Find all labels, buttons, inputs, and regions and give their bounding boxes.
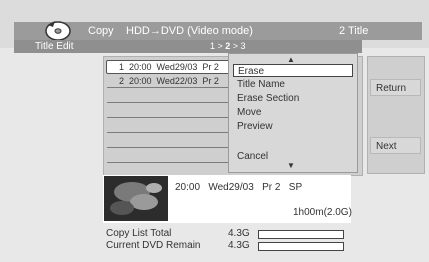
- page-indicator: 1 > 2 > 3: [210, 41, 246, 51]
- dvd-remain-value: 4.3G: [228, 240, 250, 251]
- disc-copy-icon: [45, 21, 71, 41]
- menu-item-preview[interactable]: Preview: [233, 120, 353, 133]
- copy-list-total-bar: [258, 230, 344, 239]
- side-panel: Return Next: [367, 56, 425, 174]
- menu-item-title-name[interactable]: Title Name: [233, 78, 353, 91]
- page-title: Title Edit: [35, 41, 74, 52]
- pager-prefix: 1 >: [210, 41, 226, 51]
- copy-mode: HDD→DVD (Video mode): [126, 25, 253, 37]
- menu-item-erase-section[interactable]: Erase Section: [233, 92, 353, 105]
- menu-item-erase[interactable]: Erase: [233, 64, 353, 77]
- edit-menu: ▲ Erase Title Name Erase Section Move Pr…: [228, 53, 358, 173]
- section-title: Copy: [88, 25, 114, 37]
- copy-list-total-value: 4.3G: [228, 228, 250, 239]
- title-row-label: 2 20:00 Wed22/03 Pr 2: [119, 76, 219, 86]
- preview-duration: 1h00m(2.0G): [293, 207, 352, 218]
- dvd-remain-bar: [258, 242, 344, 251]
- return-button[interactable]: Return: [370, 79, 421, 96]
- menu-item-move[interactable]: Move: [233, 106, 353, 119]
- copy-list-total-label: Copy List Total: [106, 228, 172, 239]
- dvd-remain-label: Current DVD Remain: [106, 240, 201, 251]
- pager-suffix: > 3: [230, 41, 246, 51]
- title-count: 2 Title: [339, 25, 369, 37]
- title-row-label: 1 20:00 Wed29/03 Pr 2: [119, 62, 219, 72]
- preview-info: 20:00 Wed29/03 Pr 2 SP: [175, 182, 303, 193]
- next-button[interactable]: Next: [370, 137, 421, 154]
- scroll-down-icon[interactable]: ▼: [287, 161, 295, 170]
- scroll-up-icon[interactable]: ▲: [287, 55, 295, 64]
- title-thumbnail: [104, 176, 168, 221]
